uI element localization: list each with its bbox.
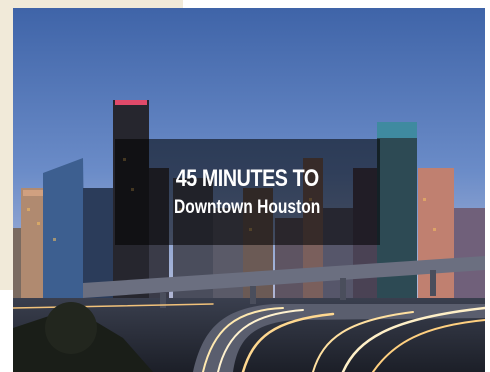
- banner-headline: 45 MINUTES TO: [175, 164, 320, 192]
- caption-overlay: 45 MINUTES TO Downtown Houston: [115, 139, 380, 245]
- banner-subline: Downtown Houston: [174, 196, 321, 218]
